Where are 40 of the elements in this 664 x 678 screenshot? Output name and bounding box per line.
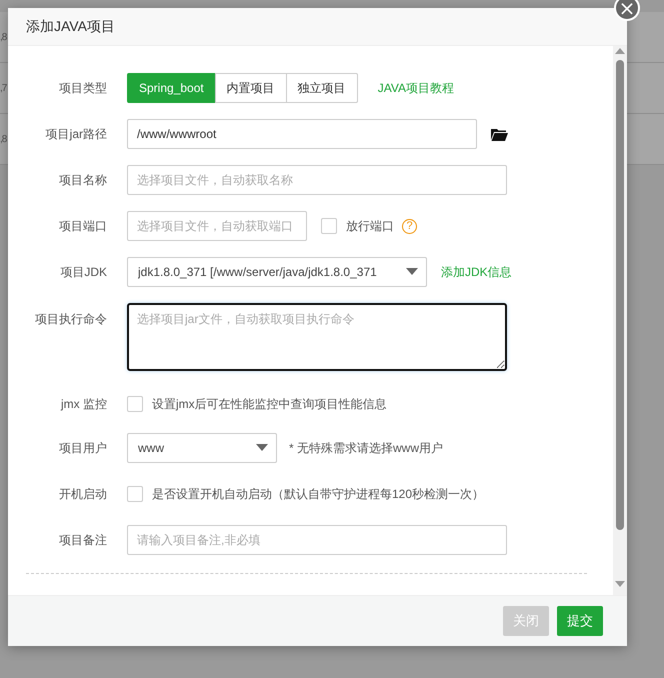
type-tab[interactable]: 内置项目 — [214, 73, 287, 103]
caret-icon — [406, 268, 418, 276]
checkbox-label: 是否设置开机自动启动（默认自带守护进程每120秒检测一次） — [152, 486, 484, 502]
text-input[interactable]: 请输入项目备注,非必填 — [127, 525, 507, 555]
tutorial-link[interactable]: JAVA项目教程 — [378, 80, 454, 96]
field-label: 开机启动 — [58, 486, 107, 502]
path-input[interactable]: /www/wwwroot — [127, 119, 477, 149]
folder-icon[interactable] — [491, 128, 508, 140]
scroll-down-icon[interactable] — [615, 581, 625, 587]
command-textarea[interactable]: 选择项目jar文件，自动获取项目执行命令 — [127, 303, 507, 371]
table-cell: ,8 — [0, 134, 6, 144]
field-label: 项目执行命令 — [34, 311, 107, 328]
add-jdk-link[interactable]: 添加JDK信息 — [441, 264, 512, 280]
submit-button[interactable]: 提交 — [557, 606, 603, 636]
field-label: 项目端口 — [58, 218, 107, 234]
checkbox-label: 放行端口 — [346, 218, 394, 234]
table-cell: ,7 — [0, 82, 6, 94]
field-label: 项目名称 — [58, 172, 107, 188]
scrollbar[interactable] — [613, 46, 627, 595]
field-label: 项目JDK — [59, 264, 107, 280]
checkbox[interactable] — [321, 218, 337, 234]
type-tab[interactable]: Spring_boot — [127, 73, 216, 103]
checkbox-label: 设置jmx后可在性能监控中查询项目性能信息 — [152, 396, 387, 412]
dialog-title: 添加JAVA项目 — [26, 18, 115, 36]
field-label: 项目用户 — [58, 440, 107, 456]
field-label: 项目备注 — [58, 532, 107, 548]
hint-text: * 无特殊需求请选择www用户 — [289, 440, 444, 456]
select-field[interactable]: jdk1.8.0_371 [/www/server/java/jdk1.8.0_371 — [127, 257, 427, 287]
field-label: 项目类型 — [58, 80, 107, 96]
type-tab[interactable]: 独立项目 — [286, 73, 358, 103]
select-field[interactable]: www — [127, 433, 277, 463]
checkbox[interactable] — [127, 486, 143, 502]
text-input[interactable]: 选择项目文件，自动获取名称 — [127, 165, 507, 195]
checkbox[interactable] — [127, 396, 143, 412]
scroll-up-icon[interactable] — [615, 48, 625, 54]
field-label: jmx 监控 — [60, 396, 107, 412]
field-label: 项目jar路径 — [44, 126, 107, 142]
table-cell: ,8 — [0, 32, 6, 42]
port-input[interactable]: 选择项目文件，自动获取端口 — [127, 211, 307, 241]
caret-icon — [256, 444, 268, 452]
